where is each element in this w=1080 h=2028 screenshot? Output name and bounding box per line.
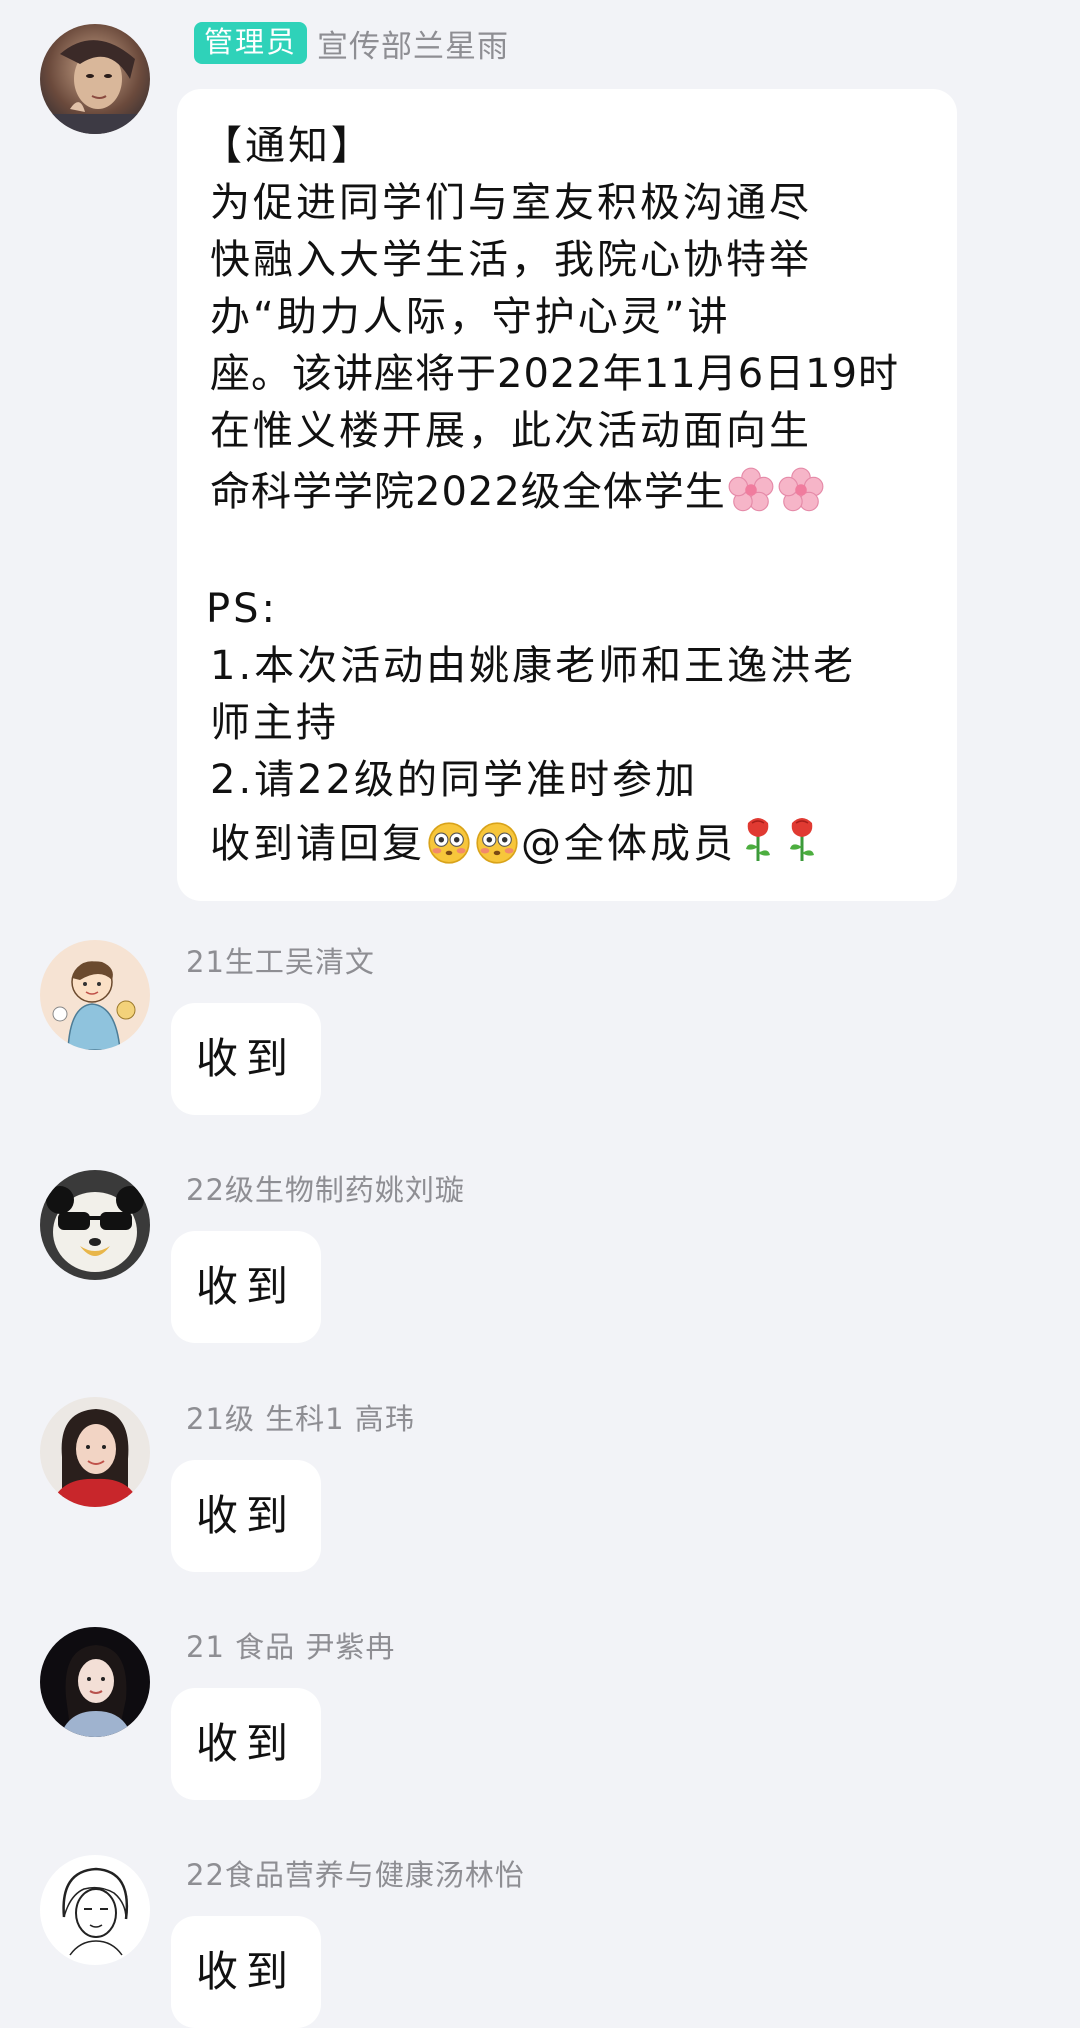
notice-line: 命科学学院2022级全体学生: [210, 460, 930, 524]
message-text: 收到: [195, 1719, 296, 1768]
message-text: 收到: [195, 1947, 296, 1996]
message-item: 21级 生科1 高玮 收到: [0, 1397, 1080, 1597]
cartoon-boy-avatar-icon: [40, 940, 150, 1050]
sender-row: 21生工吴清文: [186, 940, 375, 980]
girl-red-avatar-icon: [40, 1397, 150, 1507]
flushed-face-icon: [476, 822, 518, 864]
notice-line: 1.本次活动由姚康老师和王逸洪老: [210, 643, 857, 689]
sender-row: 21级 生科1 高玮: [186, 1397, 415, 1437]
message-text: 收到: [195, 1034, 296, 1083]
message-bubble[interactable]: 收到: [171, 1231, 321, 1343]
sender-row: 22食品营养与健康汤林怡: [186, 1853, 525, 1893]
cherry-blossom-icon: [778, 467, 824, 512]
notice-message-text: 【通知】 为促进同学们与室友积极沟通尽 快融入大学生活，我院心协特举 办“助力人…: [202, 118, 930, 879]
sender-name[interactable]: 22食品营养与健康汤林怡: [186, 1852, 525, 1894]
notice-line-text: 收到请回复: [210, 821, 425, 867]
mention-all-members[interactable]: @全体成员: [521, 821, 736, 867]
sender-name[interactable]: 22级生物制药姚刘璇: [186, 1167, 465, 1209]
sender-avatar[interactable]: [40, 1170, 150, 1280]
notice-line: 师主持: [210, 700, 339, 746]
notice-line: 在惟义楼开展，此次活动面向生: [210, 408, 812, 454]
sender-avatar[interactable]: [40, 1397, 150, 1507]
sender-row: 管理员 宣传部兰星雨: [188, 21, 509, 66]
sender-row: 22级生物制药姚刘璇: [186, 1168, 465, 1208]
message-text: 收到: [195, 1491, 296, 1540]
message-item: 22级生物制药姚刘璇 收到: [0, 1168, 1080, 1368]
message-bubble[interactable]: 收到: [171, 1003, 321, 1115]
girl-dark-avatar-icon: [40, 1627, 150, 1737]
chat-message-list[interactable]: 管理员 宣传部兰星雨 【通知】 为促进同学们与室友积极沟通尽 快融入大学生活，我…: [0, 0, 1080, 2028]
sketch-girl-avatar-icon: [40, 1855, 150, 1965]
notice-line: 为促进同学们与室友积极沟通尽: [210, 180, 812, 226]
message-item: 22食品营养与健康汤林怡 收到: [0, 1853, 1080, 2028]
message-bubble[interactable]: 收到: [171, 1916, 321, 2028]
message-item: 21生工吴清文 收到: [0, 940, 1080, 1140]
notice-line: 座。该讲座将于2022年11月6日19时: [210, 351, 900, 397]
notice-line: 办“助力人际，守护心灵”讲: [210, 294, 731, 340]
rose-icon: [746, 818, 770, 861]
message-bubble[interactable]: 收到: [171, 1460, 321, 1572]
notice-line-text: 命科学学院2022级全体学生: [210, 469, 726, 515]
panda-sunglasses-avatar-icon: [40, 1170, 150, 1280]
flushed-face-icon: [428, 822, 470, 864]
notice-line: 收到请回复 @全体成员: [210, 809, 930, 879]
sender-name[interactable]: 21 食品 尹紫冉: [186, 1624, 395, 1666]
cherry-blossom-icon: [728, 467, 774, 512]
notice-line: 【通知】: [202, 123, 374, 169]
sender-avatar[interactable]: [40, 24, 150, 134]
message-text: 收到: [195, 1262, 296, 1311]
portrait-avatar-icon: [40, 24, 150, 134]
sender-avatar[interactable]: [40, 1627, 150, 1737]
notice-line: 2.请22级的同学准时参加: [210, 757, 699, 803]
notice-line: PS:: [206, 586, 278, 632]
sender-row: 21 食品 尹紫冉: [186, 1625, 395, 1665]
rose-icon: [790, 818, 814, 861]
sender-name[interactable]: 宣传部兰星雨: [317, 21, 509, 66]
notice-line: 快融入大学生活，我院心协特举: [210, 237, 812, 283]
message-item: 21 食品 尹紫冉 收到: [0, 1625, 1080, 1825]
admin-badge: 管理员: [194, 22, 308, 64]
message-bubble[interactable]: 收到: [171, 1688, 321, 1800]
message-item: 管理员 宣传部兰星雨 【通知】 为促进同学们与室友积极沟通尽 快融入大学生活，我…: [0, 0, 1080, 910]
sender-avatar[interactable]: [40, 940, 150, 1050]
sender-name[interactable]: 21级 生科1 高玮: [186, 1396, 415, 1438]
sender-avatar[interactable]: [40, 1855, 150, 1965]
sender-name[interactable]: 21生工吴清文: [186, 939, 375, 981]
